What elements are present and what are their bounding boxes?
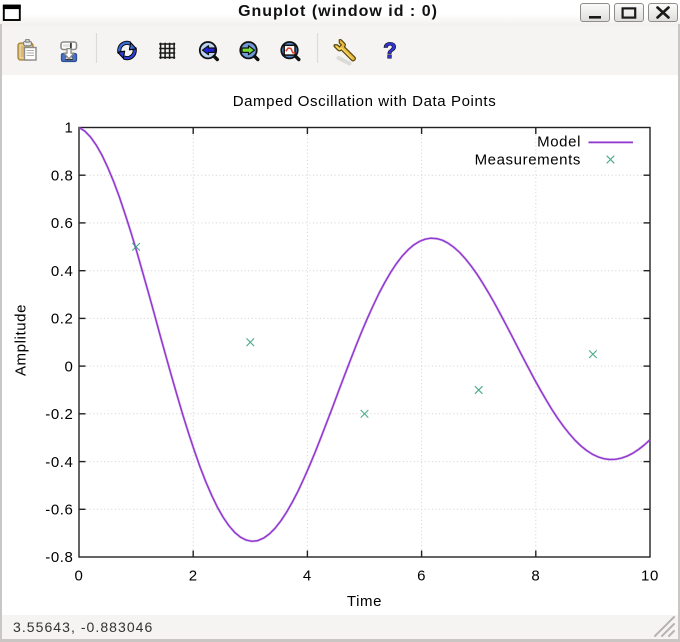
svg-text:Model: Model — [537, 134, 581, 151]
svg-text:-0.2: -0.2 — [45, 406, 73, 423]
svg-text:-0.6: -0.6 — [45, 502, 73, 519]
svg-text:6: 6 — [417, 567, 426, 584]
svg-text:Measurements: Measurements — [475, 152, 581, 169]
svg-text:-0.4: -0.4 — [45, 454, 73, 471]
svg-text:10: 10 — [641, 567, 659, 584]
svg-text:0.8: 0.8 — [51, 167, 74, 184]
svg-text:-0.8: -0.8 — [45, 549, 73, 566]
svg-text:0.2: 0.2 — [51, 311, 74, 328]
svg-text:1: 1 — [65, 120, 74, 137]
svg-text:2: 2 — [189, 567, 198, 584]
svg-text:0: 0 — [65, 358, 74, 375]
svg-text:Damped Oscillation with Data P: Damped Oscillation with Data Points — [233, 93, 497, 110]
svg-text:0: 0 — [75, 567, 84, 584]
svg-text:Time: Time — [347, 593, 382, 610]
svg-text:4: 4 — [303, 567, 312, 584]
svg-text:Amplitude: Amplitude — [12, 304, 29, 376]
svg-text:8: 8 — [531, 567, 540, 584]
svg-text:0.6: 0.6 — [51, 215, 74, 232]
svg-text:0.4: 0.4 — [51, 263, 74, 280]
